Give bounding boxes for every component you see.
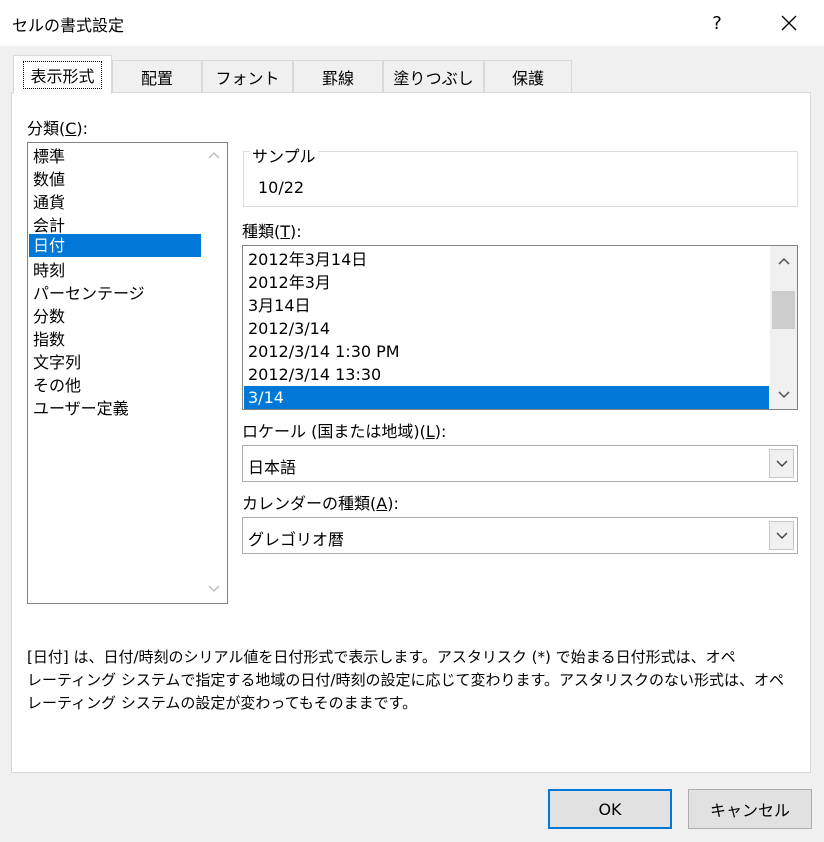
category-item[interactable]: 通貨	[29, 191, 201, 214]
sample-title: サンプル	[250, 143, 318, 167]
chevron-down-icon	[776, 532, 787, 539]
help-button[interactable]: ?	[692, 0, 742, 46]
window-title: セルの書式設定	[12, 16, 125, 35]
format-description: [日付] は、日付/時刻のシリアル値を日付形式で表示します。アスタリスク (*)…	[27, 646, 807, 715]
sample-value: 10/22	[258, 178, 305, 197]
chevron-up-icon	[777, 257, 790, 265]
type-item[interactable]: 2012年3月14日	[244, 248, 769, 271]
tab-fill-label: 塗りつぶし	[393, 69, 474, 88]
chevron-down-icon	[777, 391, 790, 399]
category-item[interactable]: その他	[29, 374, 201, 397]
description-line: レーティング システムの設定が変わってもそのままです。	[27, 694, 418, 712]
calendar-label: カレンダーの種類(A):	[242, 494, 399, 513]
ok-button[interactable]: OK	[548, 789, 672, 829]
category-list[interactable]: 標準 数値 通貨 会計 日付 時刻 パーセンテージ 分数 指数 文字列 その他 …	[27, 142, 228, 604]
calendar-select-value: グレゴリオ暦	[248, 530, 345, 549]
close-icon	[781, 15, 797, 31]
tab-alignment[interactable]: 配置	[112, 60, 202, 93]
sample-group	[243, 151, 798, 207]
category-item[interactable]: 数値	[29, 168, 201, 191]
type-item[interactable]: 2012年3月	[244, 271, 769, 294]
tab-protection[interactable]: 保護	[484, 60, 572, 93]
cancel-button[interactable]: キャンセル	[688, 789, 812, 829]
category-item[interactable]: ユーザー定義	[29, 397, 201, 420]
chevron-down-icon	[776, 460, 787, 467]
chevron-up-icon	[208, 151, 220, 159]
type-item[interactable]: 3月14日	[244, 294, 769, 317]
category-item[interactable]: パーセンテージ	[29, 282, 201, 305]
description-line: レーティング システムで指定する地域の日付/時刻の設定に応じて変わります。アスタ…	[27, 671, 784, 689]
calendar-select[interactable]: グレゴリオ暦	[242, 517, 798, 554]
number-tab-panel: 分類(C): 標準 数値 通貨 会計 日付 時刻 パーセンテージ 分数 指数 文…	[11, 92, 811, 773]
type-item[interactable]: 2012/3/14	[244, 317, 769, 340]
type-item[interactable]: 2012/3/14 1:30 PM	[244, 340, 769, 363]
help-icon: ?	[712, 12, 722, 34]
locale-dropdown-button[interactable]	[769, 449, 794, 478]
locale-select-value: 日本語	[248, 458, 297, 477]
format-cells-dialog: セルの書式設定 ? 表示形式 配置 フォント 罫線 塗りつぶし 保護 分類(C)…	[0, 0, 824, 842]
type-scroll-thumb[interactable]	[772, 291, 795, 329]
close-button[interactable]	[764, 0, 814, 46]
type-item-selected[interactable]: 3/14	[244, 386, 769, 409]
tab-border-label: 罫線	[321, 69, 354, 88]
type-list[interactable]: 2012年3月14日 2012年3月 3月14日 2012/3/14 2012/…	[242, 245, 798, 410]
type-item[interactable]: 2012/3/14 13:30	[244, 363, 769, 386]
description-line: [日付] は、日付/時刻のシリアル値を日付形式で表示します。アスタリスク (*)…	[27, 648, 736, 666]
locale-select[interactable]: 日本語	[242, 445, 798, 482]
type-label: 種類(T):	[242, 222, 302, 241]
category-item-selected[interactable]: 日付	[29, 234, 201, 257]
category-item[interactable]: 標準	[29, 145, 201, 168]
category-scroll-down-button[interactable]	[204, 581, 224, 597]
type-scroll-up-button[interactable]	[770, 250, 797, 272]
title-bar: セルの書式設定 ?	[0, 0, 824, 46]
category-item[interactable]: 時刻	[29, 259, 201, 282]
tab-font[interactable]: フォント	[202, 60, 293, 93]
category-item[interactable]: 分数	[29, 305, 201, 328]
chevron-down-icon	[208, 585, 220, 593]
category-scroll-up-button[interactable]	[204, 147, 224, 163]
tab-number[interactable]: 表示形式	[13, 55, 112, 94]
calendar-dropdown-button[interactable]	[769, 521, 794, 550]
tab-alignment-label: 配置	[140, 69, 173, 88]
type-scroll-down-button[interactable]	[770, 384, 797, 406]
tab-font-label: フォント	[215, 69, 280, 88]
tab-fill[interactable]: 塗りつぶし	[383, 60, 484, 93]
tab-border[interactable]: 罫線	[293, 60, 383, 93]
type-scrollbar[interactable]	[770, 246, 797, 409]
tab-protection-label: 保護	[511, 69, 544, 88]
category-item[interactable]: 指数	[29, 328, 201, 351]
category-item[interactable]: 文字列	[29, 351, 201, 374]
locale-label: ロケール (国または地域)(L):	[242, 422, 447, 441]
tab-number-label: 表示形式	[23, 61, 102, 89]
category-label: 分類(C):	[27, 119, 89, 138]
